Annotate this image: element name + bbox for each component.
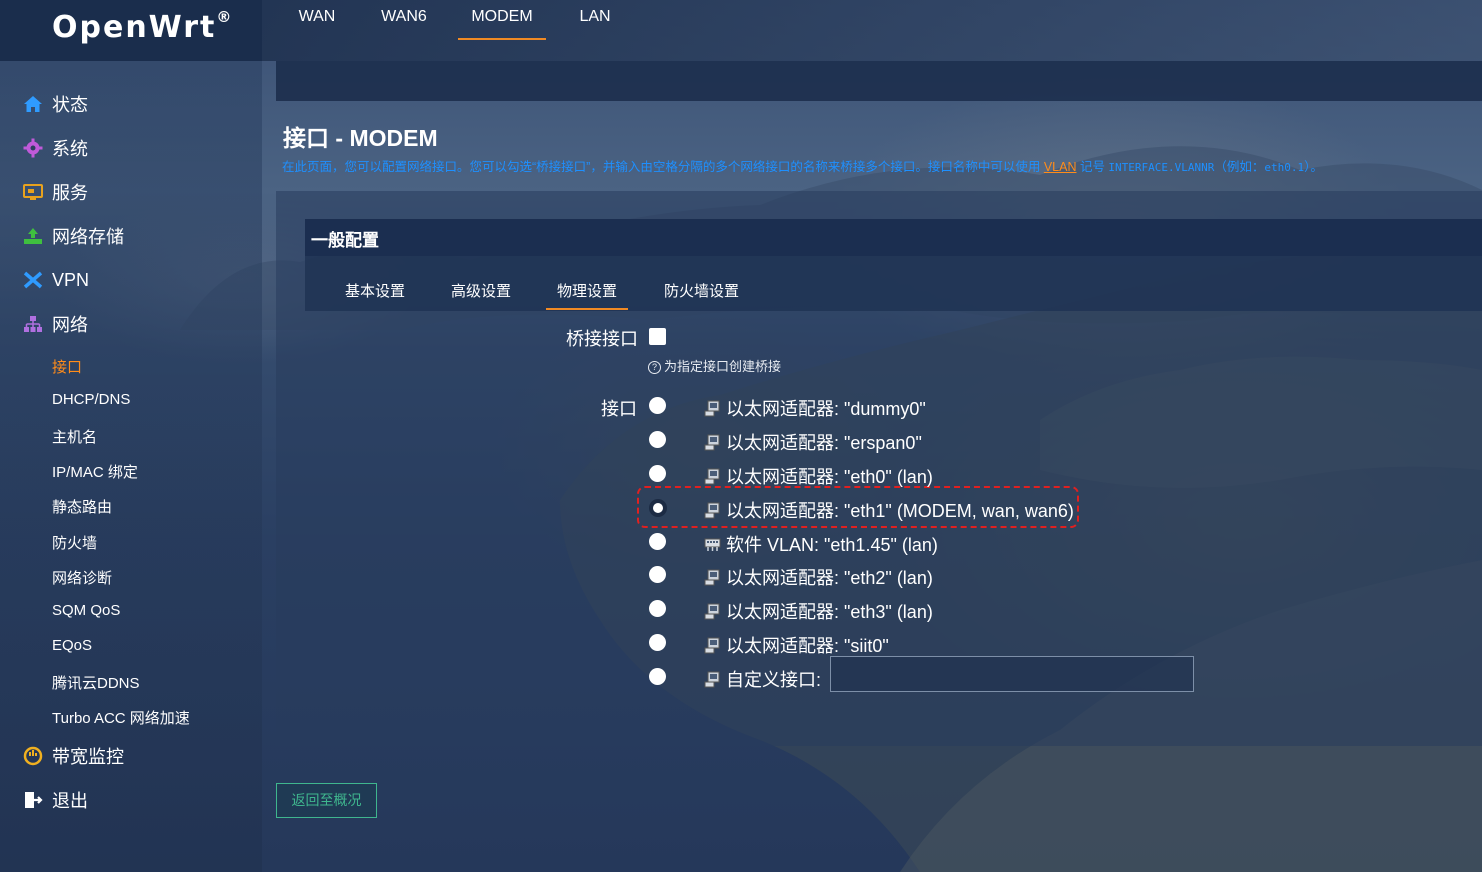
sidebar-item-status[interactable]: 状态: [22, 89, 88, 119]
interface-radio-eth3[interactable]: [649, 600, 666, 617]
interface-radio-erspan0[interactable]: [649, 431, 666, 448]
sidebar-item-storage[interactable]: 网络存储: [22, 221, 124, 251]
section-title: 一般配置: [311, 231, 379, 250]
subtab-advanced[interactable]: 高级设置: [451, 280, 511, 308]
services-icon: [22, 181, 44, 203]
storage-icon: [22, 225, 44, 247]
page-title: 接口 - MODEM: [283, 125, 438, 151]
sidebar-sub-static-routes[interactable]: 静态路由: [52, 496, 112, 517]
interface-option-eth3[interactable]: 以太网适配器: "eth3" (lan): [704, 598, 933, 624]
logout-icon: [22, 789, 44, 811]
sidebar-sub-interfaces[interactable]: 接口: [52, 356, 82, 377]
interface-option-eth0[interactable]: 以太网适配器: "eth0" (lan): [704, 463, 933, 489]
ethernet-adapter-icon: [704, 603, 720, 619]
interface-radio-dummy0[interactable]: [649, 397, 666, 414]
tab-lan[interactable]: LAN: [578, 0, 612, 38]
sidebar-sub-turbo-acc[interactable]: Turbo ACC 网络加速: [52, 707, 190, 728]
interface-radio-eth1[interactable]: [649, 499, 667, 517]
custom-interface-label: 自定义接口:: [704, 666, 821, 692]
brand-logo[interactable]: OpenWrt®: [52, 8, 233, 45]
sidebar-item-logout[interactable]: 退出: [22, 785, 88, 815]
interface-radio-eth2[interactable]: [649, 566, 666, 583]
bridge-checkbox[interactable]: [649, 328, 666, 345]
interface-radio-siit0[interactable]: [649, 634, 666, 651]
vlan-link[interactable]: VLAN: [1044, 160, 1077, 174]
interface-radio-eth0[interactable]: [649, 465, 666, 482]
vpn-icon: [22, 269, 44, 291]
sidebar-sub-sqm-qos[interactable]: SQM QoS: [52, 602, 120, 619]
sidebar-item-services[interactable]: 服务: [22, 177, 88, 207]
sidebar-sub-ip-mac-binding[interactable]: IP/MAC 绑定: [52, 461, 138, 482]
sidebar-item-vpn[interactable]: VPN: [22, 265, 89, 295]
interface-option-erspan0[interactable]: 以太网适配器: "erspan0": [704, 429, 922, 455]
ethernet-adapter-icon: [704, 434, 720, 450]
vlan-icon: [704, 538, 721, 551]
bridge-label: 桥接接口: [566, 329, 638, 349]
sidebar-sub-hostnames[interactable]: 主机名: [52, 426, 97, 447]
custom-interface-input[interactable]: [830, 656, 1194, 692]
tab-wan[interactable]: WAN: [298, 0, 336, 38]
interface-option-eth1[interactable]: 以太网适配器: "eth1" (MODEM, wan, wan6): [704, 497, 1074, 523]
sidebar-sub-firewall[interactable]: 防火墙: [52, 532, 97, 553]
sidebar-sub-eqos[interactable]: EQoS: [52, 637, 92, 654]
ethernet-adapter-icon: [704, 671, 720, 687]
ethernet-adapter-icon: [704, 468, 720, 484]
interface-option-eth2[interactable]: 以太网适配器: "eth2" (lan): [704, 564, 933, 590]
interface-option-eth1-45[interactable]: 软件 VLAN: "eth1.45" (lan): [704, 531, 938, 557]
sidebar-item-bandwidth[interactable]: 带宽监控: [22, 741, 124, 771]
tab-wan6[interactable]: WAN6: [381, 0, 427, 38]
back-to-overview-button[interactable]: 返回至概况: [276, 783, 377, 818]
section-header: [305, 219, 1482, 256]
sidebar-item-network[interactable]: 网络: [22, 309, 88, 339]
subtab-firewall[interactable]: 防火墙设置: [664, 280, 739, 308]
ethernet-adapter-icon: [704, 569, 720, 585]
sidebar-sub-tencent-ddns[interactable]: 腾讯云DDNS: [52, 672, 140, 693]
interface-tab-bar: [276, 61, 1482, 101]
bridge-hint: ? 为指定接口创建桥接: [648, 356, 781, 375]
ethernet-adapter-icon: [704, 502, 720, 518]
subtab-physical[interactable]: 物理设置: [546, 280, 629, 310]
page-description: 在此页面，您可以配置网络接口。您可以勾选“桥接接口”，并输入由空格分隔的多个网络…: [282, 160, 1323, 174]
interface-option-dummy0[interactable]: 以太网适配器: "dummy0": [704, 395, 926, 421]
tab-modem[interactable]: MODEM: [458, 0, 546, 40]
ethernet-adapter-icon: [704, 637, 720, 653]
network-icon: [22, 313, 44, 335]
bandwidth-icon: [22, 745, 44, 767]
sidebar-sub-dhcp-dns[interactable]: DHCP/DNS: [52, 391, 130, 408]
ethernet-adapter-icon: [704, 400, 720, 416]
gear-icon: [22, 137, 44, 159]
help-icon: ?: [648, 361, 661, 374]
interface-option-siit0[interactable]: 以太网适配器: "siit0": [704, 632, 889, 658]
interface-radio-eth1-45[interactable]: [649, 533, 666, 550]
sidebar-item-system[interactable]: 系统: [22, 133, 88, 163]
subtab-basic[interactable]: 基本设置: [345, 280, 405, 308]
interface-radio-custom[interactable]: [649, 668, 666, 685]
interface-label: 接口: [601, 399, 637, 419]
home-icon: [22, 93, 44, 115]
sidebar-sub-diagnostics[interactable]: 网络诊断: [52, 567, 112, 588]
top-strip: [262, 0, 1482, 61]
